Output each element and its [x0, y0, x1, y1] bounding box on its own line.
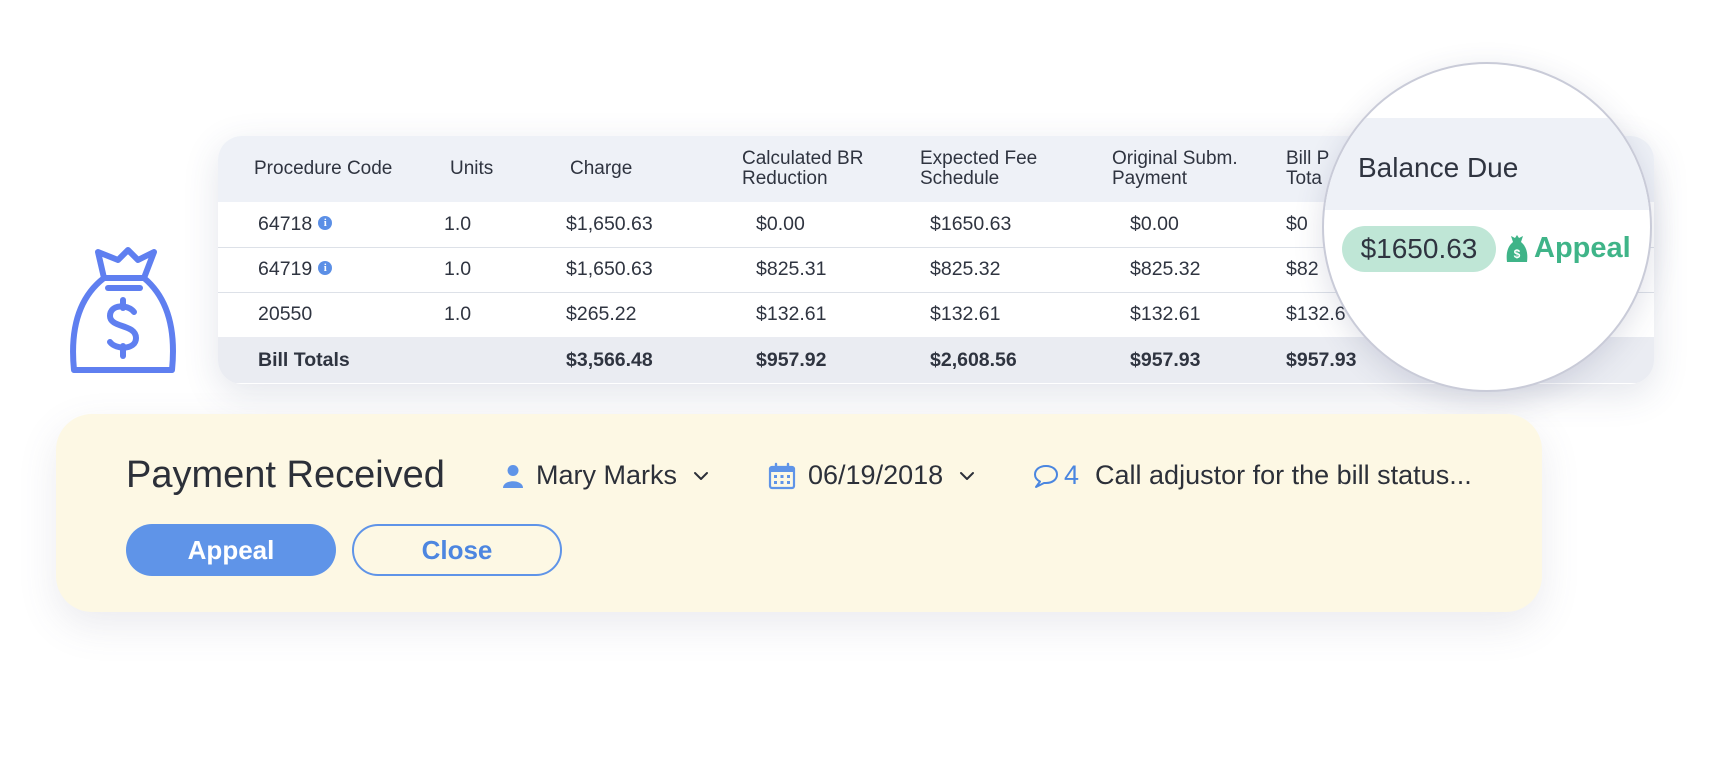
- totals-units-empty: [414, 337, 540, 383]
- money-bag-small-icon: $: [1506, 234, 1528, 262]
- money-bag-icon: [70, 247, 176, 373]
- balance-due-magnifier: Balance Due $1650.63 $ Appeal: [1322, 62, 1652, 392]
- fee-schedule-cell: $132.61: [930, 303, 1001, 326]
- comment-count: 4: [1064, 460, 1080, 490]
- comments-link[interactable]: 4 Call adjustor for the bill status...: [1032, 460, 1472, 491]
- charge-cell: $1,650.63: [566, 258, 653, 280]
- br-reduction-cell: $132.61: [756, 303, 827, 326]
- balance-due-amount: $1650.63: [1342, 226, 1496, 272]
- charge-cell: $265.22: [566, 303, 637, 326]
- panel-title: Payment Received: [126, 454, 445, 496]
- units-cell: 1.0: [444, 212, 472, 235]
- fee-schedule-cell: $825.32: [930, 258, 1001, 280]
- header-procedure-code[interactable]: Procedure Code: [218, 136, 414, 202]
- totals-label: Bill Totals: [258, 348, 350, 371]
- br-reduction-cell: $0.00: [756, 212, 805, 235]
- user-icon: [503, 464, 523, 488]
- info-icon[interactable]: i: [318, 215, 333, 230]
- totals-original-payment: $957.93: [1130, 348, 1201, 371]
- fee-schedule-cell: $1650.63: [930, 212, 1012, 235]
- original-payment-cell: $0.00: [1130, 212, 1179, 235]
- procedure-code-cell: 64718 i: [218, 202, 414, 247]
- units-cell: 1.0: [444, 303, 472, 326]
- chevron-down-icon: [694, 471, 708, 480]
- comment-icon: [1034, 464, 1058, 488]
- appeal-button[interactable]: Appeal: [126, 524, 336, 576]
- header-charge[interactable]: Charge: [540, 136, 712, 202]
- payment-received-panel: Payment Received Mary Marks 06/19/2018 4…: [56, 414, 1542, 612]
- totals-fee-schedule: $2,608.56: [930, 348, 1017, 371]
- balance-due-title: Balance Due: [1358, 152, 1519, 183]
- assignee-name: Mary Marks: [536, 460, 677, 490]
- header-calculated-br-reduction[interactable]: Calculated BR Reduction: [712, 136, 890, 202]
- appeal-link-label: Appeal: [1534, 232, 1631, 264]
- totals-br-reduction: $957.92: [756, 348, 827, 371]
- header-expected-fee-schedule[interactable]: Expected Fee Schedule: [890, 136, 1082, 202]
- procedure-code-cell: 20550: [258, 303, 313, 326]
- totals-charge: $3,566.48: [566, 348, 653, 371]
- header-original-subm-payment[interactable]: Original Subm. Payment: [1082, 136, 1256, 202]
- original-payment-cell: $825.32: [1130, 258, 1201, 280]
- close-button[interactable]: Close: [352, 524, 562, 576]
- chevron-down-icon: [960, 471, 975, 480]
- assignee-dropdown[interactable]: Mary Marks: [502, 460, 709, 491]
- br-reduction-cell: $825.31: [756, 258, 827, 280]
- header-units[interactable]: Units: [414, 136, 540, 202]
- comment-preview: Call adjustor for the bill status...: [1095, 460, 1472, 490]
- date-dropdown[interactable]: 06/19/2018: [768, 460, 975, 491]
- procedure-code-cell: 64719 i: [218, 247, 414, 292]
- info-icon[interactable]: i: [318, 261, 333, 275]
- date-value: 06/19/2018: [808, 460, 944, 490]
- svg-text:$: $: [1514, 247, 1521, 261]
- units-cell: 1.0: [444, 258, 472, 280]
- charge-cell: $1,650.63: [566, 212, 653, 235]
- calendar-icon: [768, 462, 796, 489]
- original-payment-cell: $132.61: [1130, 303, 1201, 326]
- appeal-link[interactable]: $ Appeal: [1506, 232, 1631, 265]
